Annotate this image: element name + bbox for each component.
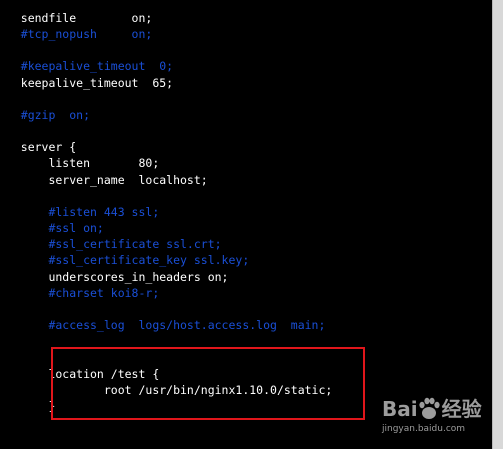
- paw-icon: [419, 397, 440, 419]
- baidu-jingyan-watermark: Bai 经验 jingyan.baidu.com: [382, 393, 494, 445]
- screenshot: sendfile on; #tcp_nopush on; #keepalive_…: [0, 0, 503, 449]
- code-line: keepalive_timeout 65;: [0, 75, 174, 90]
- code-line: server_name localhost;: [0, 172, 208, 187]
- code-comment-line: #ssl_certificate_key ssl.key;: [0, 253, 250, 268]
- terminal-window[interactable]: sendfile on; #tcp_nopush on; #keepalive_…: [0, 0, 492, 449]
- code-comment-line: #ssl on;: [0, 221, 104, 236]
- code-comment-line: #keepalive_timeout 0;: [0, 59, 174, 74]
- code-comment-line: #charset koi8-r;: [0, 285, 160, 300]
- watermark-brand-left: Bai: [382, 397, 418, 421]
- code-line: server {: [0, 140, 77, 155]
- code-comment-line: #access_log logs/host.access.log main;: [0, 318, 326, 333]
- code-line: sendfile on;: [0, 11, 153, 25]
- vertical-scrollbar[interactable]: [492, 0, 503, 449]
- code-line: }: [0, 398, 56, 413]
- code-comment-line: #gzip on;: [0, 107, 91, 122]
- code-line: listen 80;: [0, 156, 160, 171]
- highlight-box: [51, 347, 365, 420]
- code-comment-line: #tcp_nopush on;: [0, 27, 153, 42]
- watermark-brand-right: 经验: [441, 397, 482, 421]
- watermark-subtitle: jingyan.baidu.com: [382, 424, 466, 434]
- code-line: underscores_in_headers on;: [0, 269, 229, 284]
- code-comment-line: #ssl_certificate ssl.crt;: [0, 237, 222, 252]
- code-comment-line: #listen 443 ssl;: [0, 204, 160, 219]
